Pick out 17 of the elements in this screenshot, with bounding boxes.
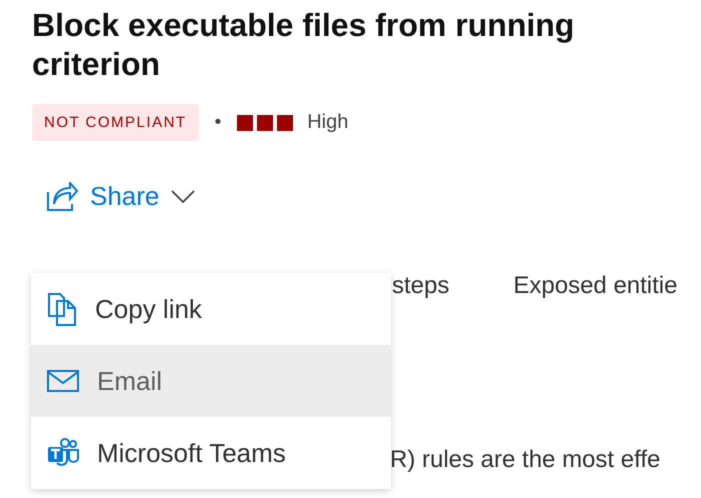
tab[interactable]: Exposed entitie: [513, 272, 678, 300]
description-text: R) rules are the most effe: [390, 446, 662, 474]
copy-icon: [47, 292, 77, 326]
menu-item[interactable]: Copy link: [31, 273, 391, 345]
teams-icon: [47, 437, 79, 469]
severity-icon: [237, 114, 294, 130]
menu-item[interactable]: Microsoft Teams: [31, 417, 391, 489]
page-title: Block executable files from running criterion: [32, 6, 576, 84]
menu-item[interactable]: Email: [31, 345, 391, 417]
email-icon: [47, 370, 79, 392]
status-badge: NOT COMPLIANT: [32, 104, 199, 141]
severity-label: High: [307, 111, 348, 134]
tab[interactable]: steps: [392, 272, 450, 300]
chevron-down-icon: [171, 190, 196, 204]
separator: •: [212, 112, 224, 133]
share-button[interactable]: Share: [46, 181, 196, 212]
share-icon: [46, 182, 78, 212]
